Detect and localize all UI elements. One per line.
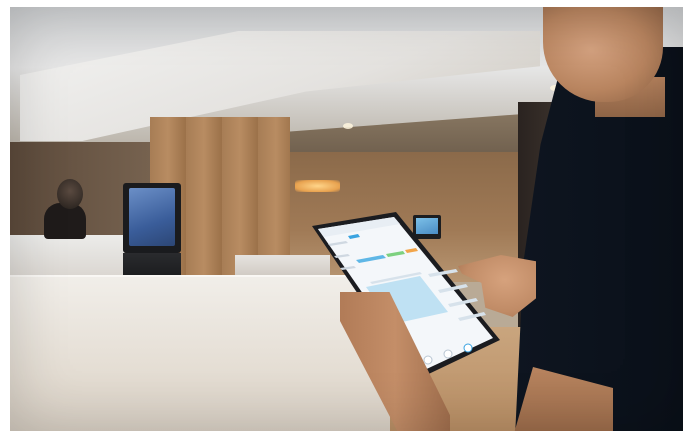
check-in-kiosk [123, 183, 181, 253]
kiosk-screen [129, 188, 175, 246]
receptionist-head [57, 179, 83, 209]
ceiling-spotlight [343, 123, 353, 129]
receptionist-body [44, 203, 86, 239]
wall-light [295, 180, 340, 192]
photo [10, 7, 683, 431]
